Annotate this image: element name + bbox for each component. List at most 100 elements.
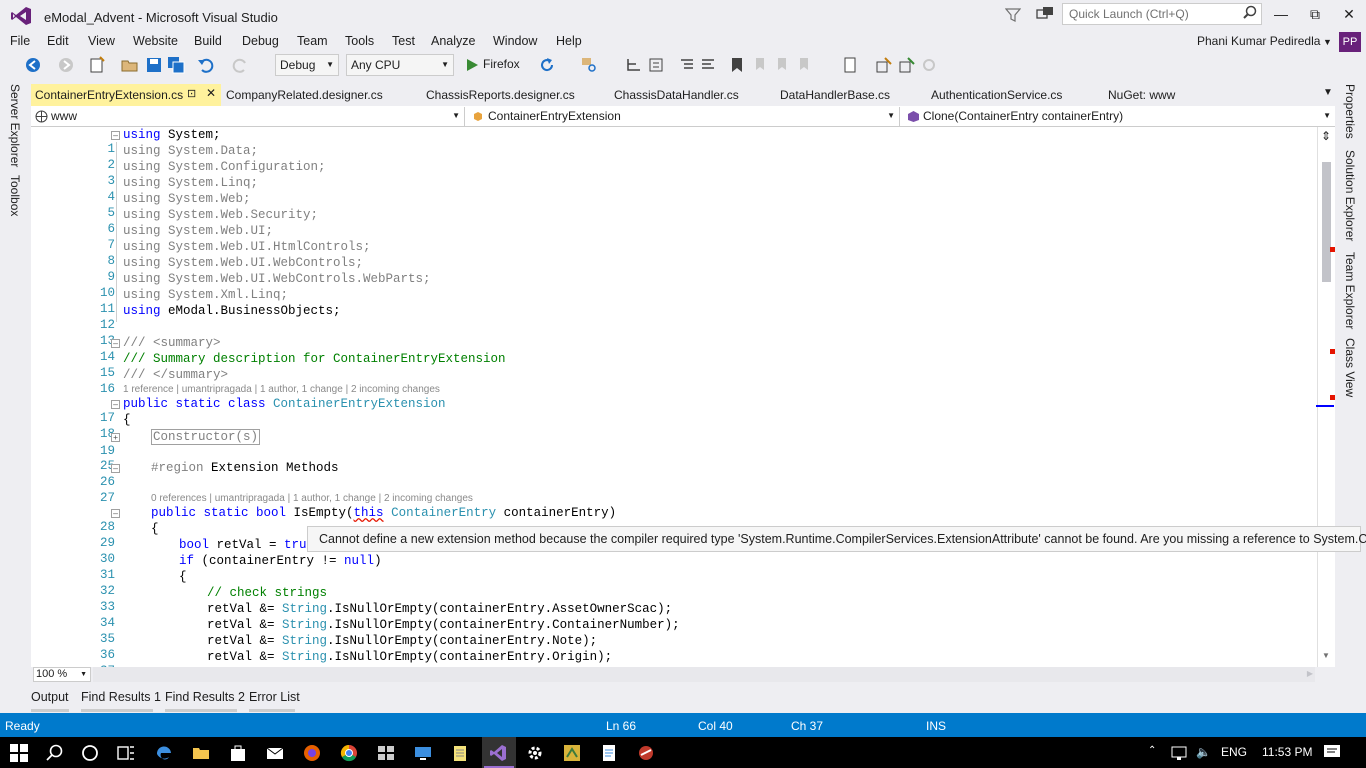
error-marker[interactable] xyxy=(1330,395,1335,400)
collapse-icon[interactable]: – xyxy=(111,464,120,473)
close-window-button[interactable]: ✕ xyxy=(1336,4,1362,24)
collapse-icon[interactable]: – xyxy=(111,339,120,348)
solution-platform-combo[interactable]: Any CPU ▼ xyxy=(346,54,454,76)
show-hidden-icons-icon[interactable]: ⌃ xyxy=(1148,745,1156,756)
toolbox-tab[interactable]: Toolbox xyxy=(8,175,22,216)
menu-help[interactable]: Help xyxy=(556,34,582,48)
action-center-icon[interactable] xyxy=(1323,744,1341,760)
split-window-icon[interactable]: ⇕ xyxy=(1321,129,1331,143)
refresh-icon[interactable] xyxy=(538,56,556,74)
run-target-label[interactable]: Firefox xyxy=(483,57,520,71)
scroll-down-icon[interactable]: ▼ xyxy=(1322,651,1330,660)
error-marker[interactable] xyxy=(1330,247,1335,252)
member-combo[interactable]: Clone(ContainerEntry containerEntry) ▼ xyxy=(903,107,1335,126)
chrome-icon[interactable] xyxy=(339,743,359,763)
class-view-icon[interactable] xyxy=(647,56,665,74)
visual-studio-icon[interactable] xyxy=(488,743,508,763)
solution-explorer-icon[interactable] xyxy=(625,56,643,74)
edge-icon[interactable] xyxy=(154,743,174,763)
codelens-class[interactable]: 1 reference | umantripragada | 1 author,… xyxy=(123,384,440,398)
tab-nuget-www[interactable]: NuGet: www xyxy=(1108,84,1175,106)
codelens-method[interactable]: 0 references | umantripragada | 1 author… xyxy=(151,493,473,507)
zoom-combo[interactable]: 100 % ▼ xyxy=(33,667,91,682)
save-icon[interactable] xyxy=(145,56,163,74)
tab-datahandlerbase[interactable]: DataHandlerBase.cs xyxy=(780,84,890,106)
menu-team[interactable]: Team xyxy=(297,34,328,48)
menu-edit[interactable]: Edit xyxy=(47,34,69,48)
clear-bookmarks-icon[interactable] xyxy=(796,56,814,74)
new-item-icon[interactable] xyxy=(842,56,860,74)
menu-view[interactable]: View xyxy=(88,34,115,48)
scrollbar-thumb[interactable] xyxy=(1322,162,1331,282)
menu-tools[interactable]: Tools xyxy=(345,34,374,48)
firefox-icon[interactable] xyxy=(302,743,322,763)
start-debugging-icon[interactable] xyxy=(463,56,481,74)
notifications-filter-icon[interactable] xyxy=(1004,7,1022,23)
class-view-tab[interactable]: Class View xyxy=(1343,338,1357,397)
store-icon[interactable] xyxy=(228,743,248,763)
network-icon[interactable] xyxy=(1171,745,1189,761)
menu-website[interactable]: Website xyxy=(133,34,178,48)
windows-start-icon[interactable] xyxy=(10,744,28,762)
file-explorer-icon[interactable] xyxy=(191,743,211,763)
rebuild-icon[interactable] xyxy=(898,56,916,74)
tab-error-list[interactable]: Error List xyxy=(249,690,300,704)
attach-debugger-icon[interactable] xyxy=(920,56,938,74)
sql-tool-icon[interactable] xyxy=(562,743,582,763)
tab-list-dropdown-icon[interactable]: ▼ xyxy=(1323,87,1333,98)
comment-lines-icon[interactable] xyxy=(678,56,696,74)
navigate-back-icon[interactable] xyxy=(24,56,42,74)
tab-chassisdatahandler[interactable]: ChassisDataHandler.cs xyxy=(614,84,739,106)
clock[interactable]: 11:53 PM xyxy=(1262,745,1312,759)
open-file-icon[interactable] xyxy=(121,56,139,74)
monitor-icon[interactable] xyxy=(413,743,433,763)
uncomment-lines-icon[interactable] xyxy=(699,56,717,74)
feedback-icon[interactable] xyxy=(1036,6,1054,24)
collapsed-region[interactable]: Constructor(s) xyxy=(151,429,261,445)
minimize-button[interactable]: — xyxy=(1268,4,1294,24)
pin-icon[interactable]: ⊡ xyxy=(187,87,196,100)
undo-icon[interactable] xyxy=(197,56,215,74)
quick-launch-input[interactable]: Quick Launch (Ctrl+Q) xyxy=(1062,3,1262,25)
tab-chassisreports-designer[interactable]: ChassisReports.designer.cs xyxy=(426,84,575,106)
media-app-icon[interactable] xyxy=(636,743,656,763)
menu-test[interactable]: Test xyxy=(392,34,415,48)
chevron-down-icon[interactable]: ▼ xyxy=(1323,37,1332,47)
avatar[interactable]: PP xyxy=(1339,32,1361,52)
bookmark-icon[interactable] xyxy=(728,56,746,74)
properties-tab[interactable]: Properties xyxy=(1343,84,1357,139)
team-explorer-tab[interactable]: Team Explorer xyxy=(1343,252,1357,329)
scroll-right-icon[interactable]: ▶ xyxy=(1307,669,1313,678)
tab-find-results-1[interactable]: Find Results 1 xyxy=(81,690,161,704)
close-icon[interactable]: ✕ xyxy=(206,86,216,100)
new-project-icon[interactable] xyxy=(88,56,106,74)
tab-companyrelated-designer[interactable]: CompanyRelated.designer.cs xyxy=(226,84,383,106)
previous-bookmark-icon[interactable] xyxy=(752,56,770,74)
search-icon[interactable] xyxy=(1243,5,1257,19)
search-icon[interactable] xyxy=(45,743,65,763)
navigate-forward-icon[interactable] xyxy=(57,56,75,74)
tab-output[interactable]: Output xyxy=(31,690,69,704)
type-combo[interactable]: ContainerEntryExtension ▼ xyxy=(468,107,900,126)
tab-containerentryextension[interactable]: ContainerEntryExtension.cs ⊡ ✕ xyxy=(31,84,221,106)
collapse-icon[interactable]: – xyxy=(111,400,120,409)
menu-window[interactable]: Window xyxy=(493,34,537,48)
editor-horizontal-scrollbar[interactable]: ▶ xyxy=(93,667,1315,682)
cortana-icon[interactable] xyxy=(80,743,100,763)
mail-icon[interactable] xyxy=(265,743,285,763)
restore-button[interactable]: ⧉ xyxy=(1302,4,1328,24)
task-view-icon[interactable] xyxy=(116,743,136,763)
build-icon[interactable] xyxy=(875,56,893,74)
editor-vertical-scrollbar[interactable]: ⇕ ▼ xyxy=(1316,127,1335,667)
code-editor[interactable]: 1 – using System; 2 using System.Data; 3… xyxy=(31,127,1335,667)
menu-build[interactable]: Build xyxy=(194,34,222,48)
remote-desktop-icon[interactable] xyxy=(376,743,396,763)
error-marker[interactable] xyxy=(1330,349,1335,354)
collapse-icon[interactable]: – xyxy=(111,509,120,518)
tab-authenticationservice[interactable]: AuthenticationService.cs xyxy=(931,84,1062,106)
notepad-icon[interactable] xyxy=(450,743,470,763)
project-combo[interactable]: www ▼ xyxy=(31,107,465,126)
input-language[interactable]: ENG xyxy=(1221,745,1247,759)
menu-debug[interactable]: Debug xyxy=(242,34,279,48)
find-icon[interactable] xyxy=(580,56,598,74)
